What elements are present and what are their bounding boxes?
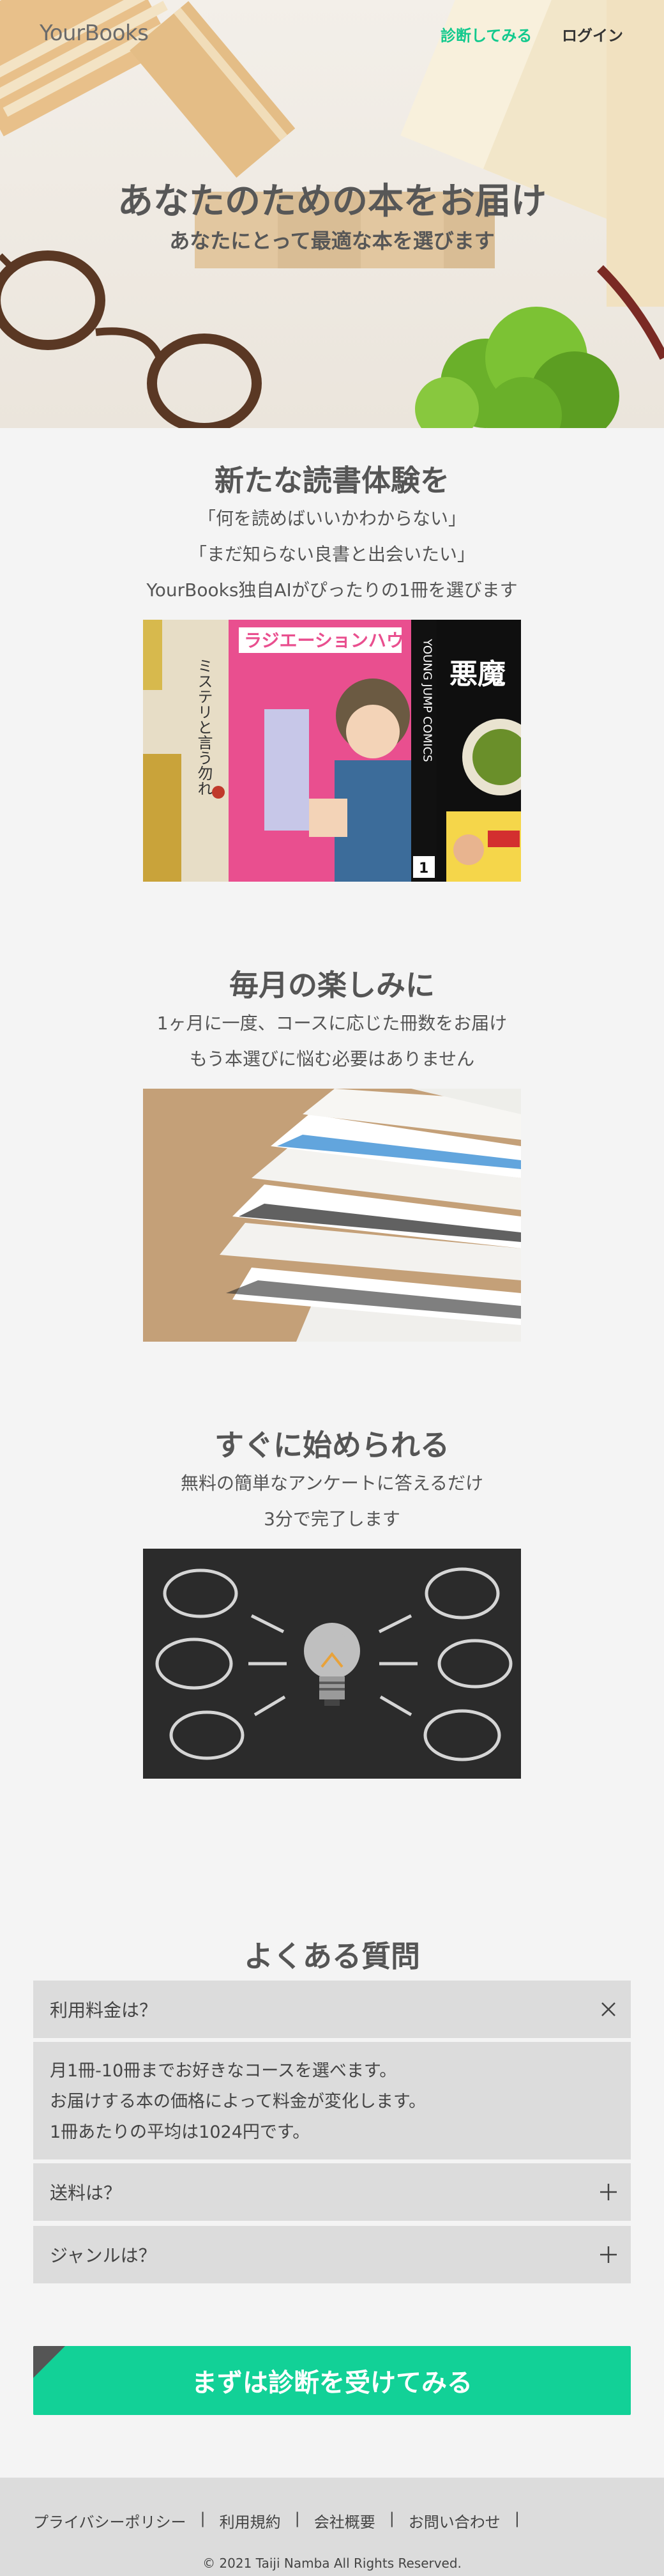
svg-text:1: 1: [419, 861, 428, 877]
faq-question-shipping[interactable]: 送料は？: [33, 2163, 631, 2221]
section1-line-1: 「何を読めばいいかわからない」: [197, 508, 466, 529]
footer-separator: |: [514, 2510, 520, 2527]
cover2-title: ラジエーションハウス: [244, 630, 422, 651]
cover1-title: ミステリと言う勿れ: [195, 658, 213, 796]
lightbulb-chalkboard-image: [143, 1549, 521, 1779]
footer-separator: |: [294, 2510, 300, 2527]
hero-title: あなたのための本をお届け: [117, 181, 547, 222]
copyright: © 2021 Taiji Namba All Rights Reserved.: [202, 2556, 462, 2571]
cta-corner-decoration: [33, 2346, 65, 2378]
faq-answer-line-2: お届けする本の価格によって料金が変化します。: [50, 2092, 426, 2112]
section2-title: 毎月の楽しみに: [229, 968, 435, 1002]
plus-icon[interactable]: [599, 2182, 618, 2202]
section2-line-1: 1ヶ月に一度、コースに応じた冊数をお届け: [156, 1013, 508, 1034]
plus-icon[interactable]: [599, 2245, 618, 2264]
hero-subtitle: あなたにとって最適な本を選びます: [169, 229, 495, 253]
footer-link-terms[interactable]: 利用規約: [220, 2510, 281, 2532]
nav-diagnose-link[interactable]: 診断してみる: [441, 23, 532, 45]
footer-separator: |: [200, 2510, 206, 2527]
faq-answer-fee: 月1冊-10冊までお好きなコースを選べます。 お届けする本の価格によって料金が変…: [33, 2042, 631, 2159]
faq-question-fee[interactable]: 利用料金は？: [33, 1981, 631, 2038]
faq-answer-line-3: 1冊あたりの平均は1024円です。: [50, 2122, 310, 2142]
section3-line-1: 無料の簡単なアンケートに答えるだけ: [180, 1473, 484, 1494]
cover4-title: 悪魔: [449, 658, 506, 691]
nav-login-link[interactable]: ログイン: [562, 23, 623, 45]
close-icon[interactable]: [599, 2000, 618, 2019]
logo[interactable]: YourBooks: [40, 20, 149, 46]
hero-section: YourBooks 診断してみる ログイン あなたのための本をお届け あなたにと…: [0, 0, 664, 428]
footer: プライバシーポリシー | 利用規約 | 会社概要 | お問い合わせ | © 20…: [0, 2478, 664, 2576]
section1-line-3: YourBooks独自AIがぴったりの1冊を選びます: [146, 579, 518, 601]
section1-title: 新たな読書体験を: [215, 463, 449, 498]
footer-link-company[interactable]: 会社概要: [314, 2510, 375, 2532]
faq-question-fee-label: 利用料金は？: [50, 2000, 158, 2021]
section3-title: すぐに始められる: [215, 1428, 449, 1462]
footer-links: プライバシーポリシー | 利用規約 | 会社概要 | お問い合わせ |: [33, 2510, 534, 2532]
book-covers-image: ミステリと言う勿れ ラジエーションハウス YOUNG JUMP COMICS 1…: [143, 620, 521, 882]
start-diagnosis-button[interactable]: まずは診断を受けてみる: [33, 2346, 631, 2415]
footer-link-privacy[interactable]: プライバシーポリシー: [33, 2510, 186, 2532]
section1-line-2: 「まだ知らない良書と出会いたい」: [188, 544, 475, 565]
section2-line-2: もう本選びに悩む必要はありません: [189, 1048, 475, 1070]
faq-question-genre[interactable]: ジャンルは？: [33, 2226, 631, 2283]
start-diagnosis-label: まずは診断を受けてみる: [192, 2368, 472, 2398]
section3-line-2: 3分で完了します: [264, 1508, 400, 1529]
footer-link-contact[interactable]: お問い合わせ: [409, 2510, 501, 2532]
faq-question-shipping-label: 送料は？: [50, 2182, 122, 2204]
faq-question-genre-label: ジャンルは？: [50, 2245, 156, 2266]
footer-separator: |: [389, 2510, 395, 2527]
cover3-title: YOUNG JUMP COMICS: [421, 638, 434, 762]
book-stack-image: [143, 1089, 521, 1342]
faq-title: よくある質問: [244, 1939, 420, 1974]
faq-answer-line-1: 月1冊-10冊までお好きなコースを選べます。: [50, 2061, 397, 2081]
